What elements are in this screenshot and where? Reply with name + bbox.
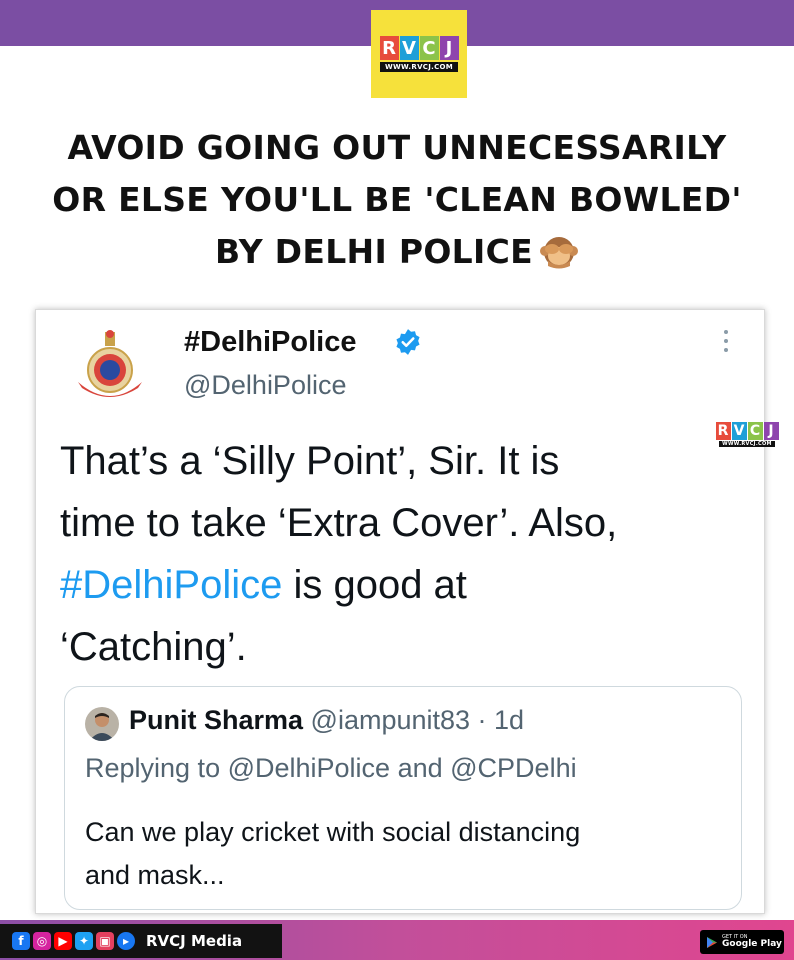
play-icon[interactable]: ▸ (117, 932, 135, 950)
twitter-icon[interactable]: ✦ (75, 932, 93, 950)
see-no-evil-monkey-icon (539, 237, 578, 269)
quoted-tweet[interactable]: Punit Sharma @iampunit83 · 1d Replying t… (64, 686, 742, 910)
brand-label: RVCJ Media (146, 932, 243, 950)
headline-line-1: AVOID GOING OUT UNNECESSARILY (67, 128, 727, 167)
store-big-text: Google Play (722, 939, 782, 949)
quoted-header: Punit Sharma @iampunit83 · 1d (129, 705, 524, 736)
watermark-letter-c: C (747, 422, 763, 440)
youtube-icon[interactable]: ▶ (54, 932, 72, 950)
google-play-icon (707, 936, 717, 948)
replying-to: Replying to @DelhiPolice and @CPDelhi (85, 753, 577, 784)
handle[interactable]: @DelhiPolice (184, 370, 346, 401)
reply-and: and (390, 753, 451, 783)
mention-delhipolice[interactable]: @DelhiPolice (228, 753, 390, 783)
logo-letter-j: J (439, 36, 459, 60)
quoted-author-name[interactable]: Punit Sharma (129, 705, 303, 735)
social-bar: f ◎ ▶ ✦ ▣ ▸ RVCJ Media (0, 924, 282, 958)
mention-cpdelhi[interactable]: @CPDelhi (450, 753, 576, 783)
tweet-line-2: time to take ‘Extra Cover’. Also, (60, 501, 618, 545)
google-play-button[interactable]: GET IT ON Google Play (700, 930, 784, 954)
verified-badge-icon (396, 329, 420, 355)
headline: AVOID GOING OUT UNNECESSARILY OR ELSE YO… (0, 122, 794, 278)
avatar[interactable] (85, 707, 119, 741)
delhi-police-emblem-icon (78, 330, 142, 397)
logo-letter-v: V (399, 36, 419, 60)
logo-letter-r: R (379, 36, 399, 60)
headline-line-3: BY DELHI POLICE (215, 232, 533, 271)
tweet-line-1: That’s a ‘Silly Point’, Sir. It is (60, 439, 560, 483)
tv-icon[interactable]: ▣ (96, 932, 114, 950)
watermark-letter-j: J (763, 422, 779, 440)
tweet-line-3: #DelhiPolice is good at (60, 554, 740, 616)
logo-url: WWW.RVCJ.COM (379, 62, 459, 72)
quoted-text: Can we play cricket with social distanci… (85, 811, 725, 897)
quoted-text-line-2: and mask... (85, 860, 225, 890)
quoted-text-line-1: Can we play cricket with social distanci… (85, 817, 581, 847)
quoted-handle-time: @iampunit83 · 1d (303, 705, 525, 735)
hashtag-link[interactable]: #DelhiPolice (60, 563, 282, 607)
rvcj-logo: R V C J WWW.RVCJ.COM (371, 10, 467, 98)
logo-letter-c: C (419, 36, 439, 60)
facebook-icon[interactable]: f (12, 932, 30, 950)
tweet-body: That’s a ‘Silly Point’, Sir. It is time … (60, 430, 740, 678)
display-name[interactable]: #DelhiPolice (184, 326, 356, 359)
headline-line-3-wrap: BY DELHI POLICE (0, 226, 794, 278)
reply-prefix: Replying to (85, 753, 228, 783)
tweet-line-4: ‘Catching’. (60, 625, 247, 669)
headline-line-2: OR ELSE YOU'LL BE 'CLEAN BOWLED' (52, 180, 742, 219)
tweet-line-3-rest: is good at (282, 563, 467, 607)
tweet-card[interactable]: #DelhiPolice @DelhiPolice R V C J WWW.RV… (35, 309, 779, 914)
instagram-icon[interactable]: ◎ (33, 932, 51, 950)
more-options-icon[interactable] (720, 330, 732, 360)
